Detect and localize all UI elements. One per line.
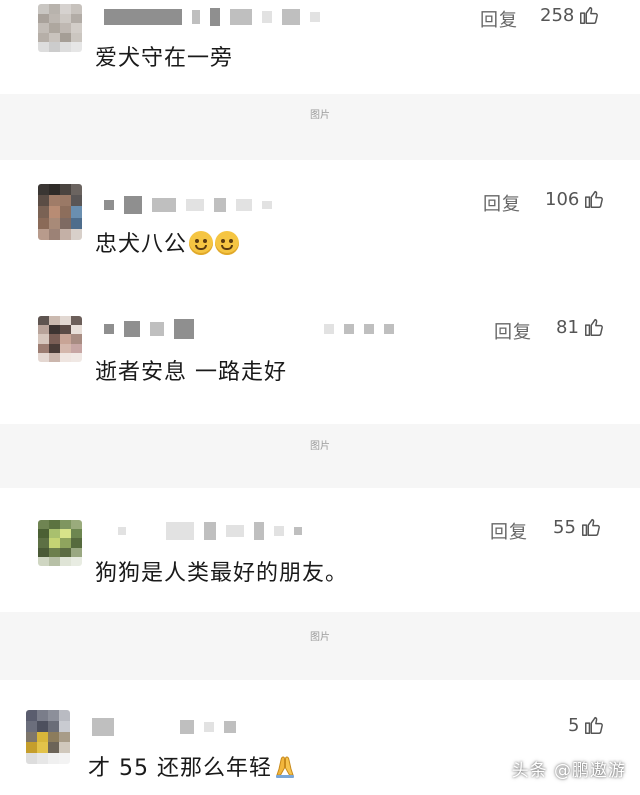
pray-emoji-icon (275, 756, 294, 778)
comment-text: 爱犬守在一旁 (95, 46, 234, 71)
reply-button[interactable]: 回复 (483, 190, 521, 216)
like-count: 5 (568, 714, 580, 736)
username-masked[interactable] (104, 318, 394, 340)
grin-emoji-icon (189, 231, 214, 255)
separator-band (0, 612, 640, 680)
image-placeholder-label: 图片 (310, 110, 330, 121)
image-placeholder-label: 图片 (310, 441, 330, 452)
username-masked[interactable] (104, 194, 272, 216)
thumbs-up-icon (581, 518, 600, 536)
reply-button[interactable]: 回复 (490, 518, 528, 544)
separator-band (0, 424, 640, 488)
reply-button[interactable]: 回复 (494, 318, 532, 344)
separator-band (0, 94, 640, 160)
like-button[interactable]: 81 (556, 316, 605, 338)
thumbs-up-icon (585, 716, 604, 734)
avatar[interactable] (38, 4, 82, 52)
comment-line: 才 55 还那么年轻 (88, 750, 296, 782)
avatar[interactable] (38, 520, 82, 566)
comment-text: 忠犬八公 (95, 232, 188, 257)
avatar[interactable] (38, 184, 82, 240)
like-button[interactable]: 55 (553, 516, 602, 538)
like-button[interactable]: 5 (568, 714, 605, 736)
like-button[interactable]: 258 (540, 4, 600, 26)
comment-text: 逝者安息 一路走好 (95, 360, 287, 385)
like-count: 106 (545, 188, 580, 210)
comment-text: 狗狗是人类最好的朋友。 (95, 561, 349, 586)
grin-emoji-icon (215, 231, 240, 255)
username-masked[interactable] (92, 716, 236, 738)
thumbs-up-icon (585, 190, 604, 208)
avatar[interactable] (38, 316, 82, 362)
avatar[interactable] (26, 710, 70, 764)
watermark: 头条 @鹏遨游 (511, 761, 626, 781)
thumbs-up-icon (584, 318, 603, 336)
like-count: 81 (556, 316, 579, 338)
reply-button[interactable]: 回复 (480, 6, 518, 32)
image-placeholder-label: 图片 (310, 632, 330, 643)
like-button[interactable]: 106 (545, 188, 605, 210)
like-count: 258 (540, 4, 575, 26)
comment-text: 才 55 还那么年轻 (88, 756, 272, 781)
username-masked[interactable] (118, 520, 302, 542)
username-masked[interactable] (104, 6, 320, 28)
like-count: 55 (553, 516, 576, 538)
comment-line: 忠犬八公 (95, 226, 240, 258)
thumbs-up-icon (580, 6, 599, 24)
